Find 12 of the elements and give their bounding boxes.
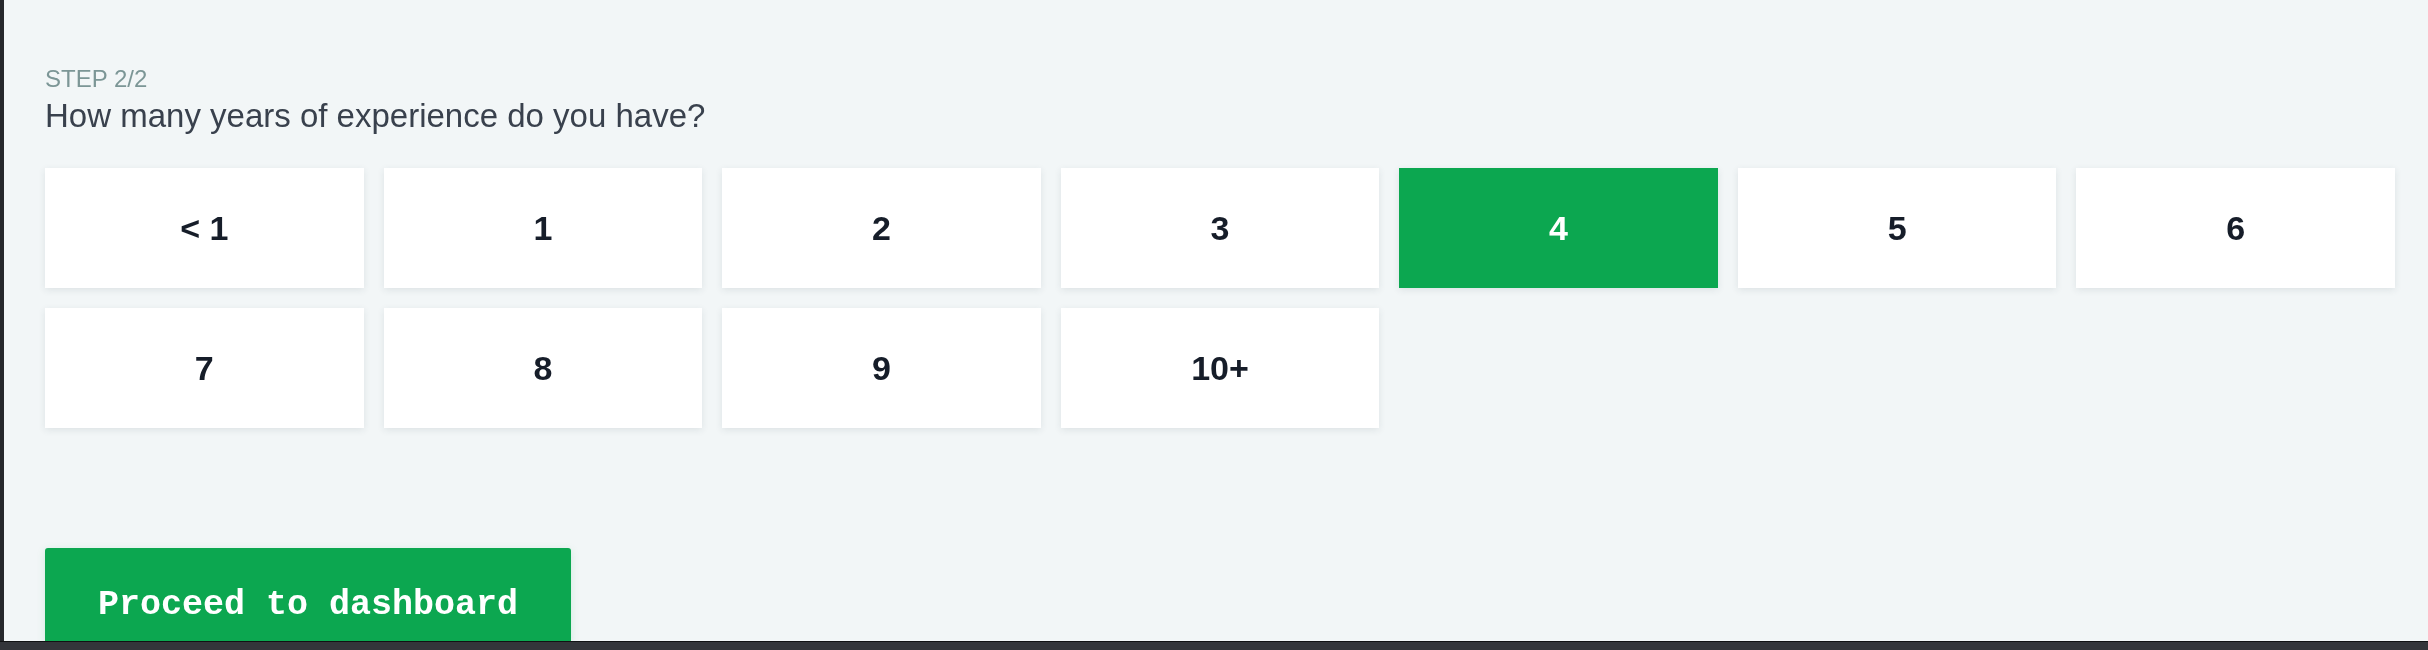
option-button[interactable]: 7 — [45, 308, 364, 428]
step-label: STEP 2/2 — [45, 64, 148, 93]
option-button[interactable]: 6 — [2076, 168, 2395, 288]
option-button[interactable]: 9 — [722, 308, 1041, 428]
option-button[interactable]: 8 — [383, 308, 703, 428]
option-button[interactable]: 5 — [1737, 168, 2057, 288]
option-button[interactable]: 10+ — [1060, 308, 1380, 428]
option-button[interactable]: 3 — [1060, 168, 1380, 288]
question-text: How many years of experience do you have? — [45, 96, 706, 136]
option-button[interactable]: < 1 — [45, 168, 364, 288]
option-button[interactable]: 2 — [722, 168, 1041, 288]
option-button[interactable]: 1 — [383, 168, 703, 288]
